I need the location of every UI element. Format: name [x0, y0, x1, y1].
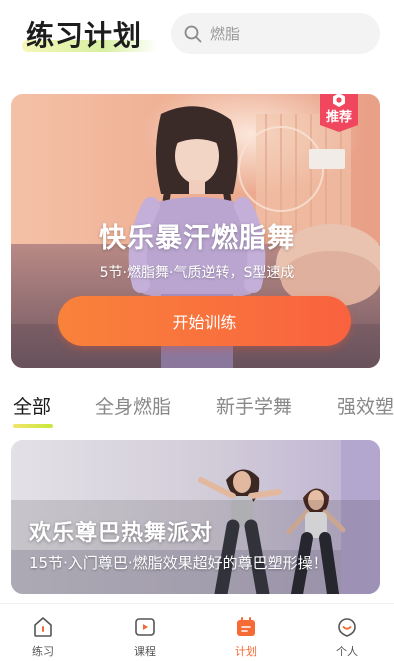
- page-title-wrap: 练习计划: [22, 14, 158, 54]
- nav-plan[interactable]: 计划: [216, 612, 276, 660]
- search-icon: [184, 25, 202, 43]
- nav-plan-label: 计划: [235, 645, 257, 658]
- bottom-nav: 练习 课程 计划 个人: [0, 603, 394, 661]
- nav-practice[interactable]: 练习: [13, 612, 73, 660]
- nav-practice-label: 练习: [32, 645, 54, 658]
- nav-courses[interactable]: 课程: [115, 612, 175, 660]
- nav-profile-label: 个人: [336, 645, 358, 658]
- nav-profile[interactable]: 个人: [317, 612, 377, 660]
- tab-strong-shaping[interactable]: 强效塑: [337, 392, 394, 419]
- tab-indicator: [13, 424, 53, 428]
- category-tabs: 全部 全身燃脂 新手学舞 强效塑: [0, 388, 394, 428]
- hero-title: 快乐暴汗燃脂舞: [99, 223, 295, 254]
- course-title: 欢乐尊巴热舞派对: [29, 521, 214, 546]
- tab-full-body-fat-burn[interactable]: 全身燃脂: [95, 392, 171, 419]
- calendar-icon: [237, 617, 255, 636]
- profile-icon: [338, 618, 356, 637]
- search-input[interactable]: [210, 13, 370, 54]
- recommend-badge-label: 推荐: [325, 110, 352, 125]
- hero-subtitle: 5节·燃脂舞·气质逆转，S型速成: [99, 265, 295, 281]
- page-title: 练习计划: [26, 19, 143, 52]
- play-icon: [135, 618, 155, 636]
- nav-courses-label: 课程: [134, 645, 156, 658]
- search-bar[interactable]: [171, 13, 380, 54]
- home-icon: [34, 617, 52, 637]
- start-training-button[interactable]: 开始训练: [58, 296, 351, 346]
- header: 练习计划: [0, 0, 394, 72]
- tab-beginner-dance[interactable]: 新手学舞: [216, 392, 292, 419]
- course-subtitle: 15节·入门尊巴·燃脂效果超好的尊巴塑形操！: [29, 554, 328, 572]
- tab-all[interactable]: 全部: [13, 392, 51, 419]
